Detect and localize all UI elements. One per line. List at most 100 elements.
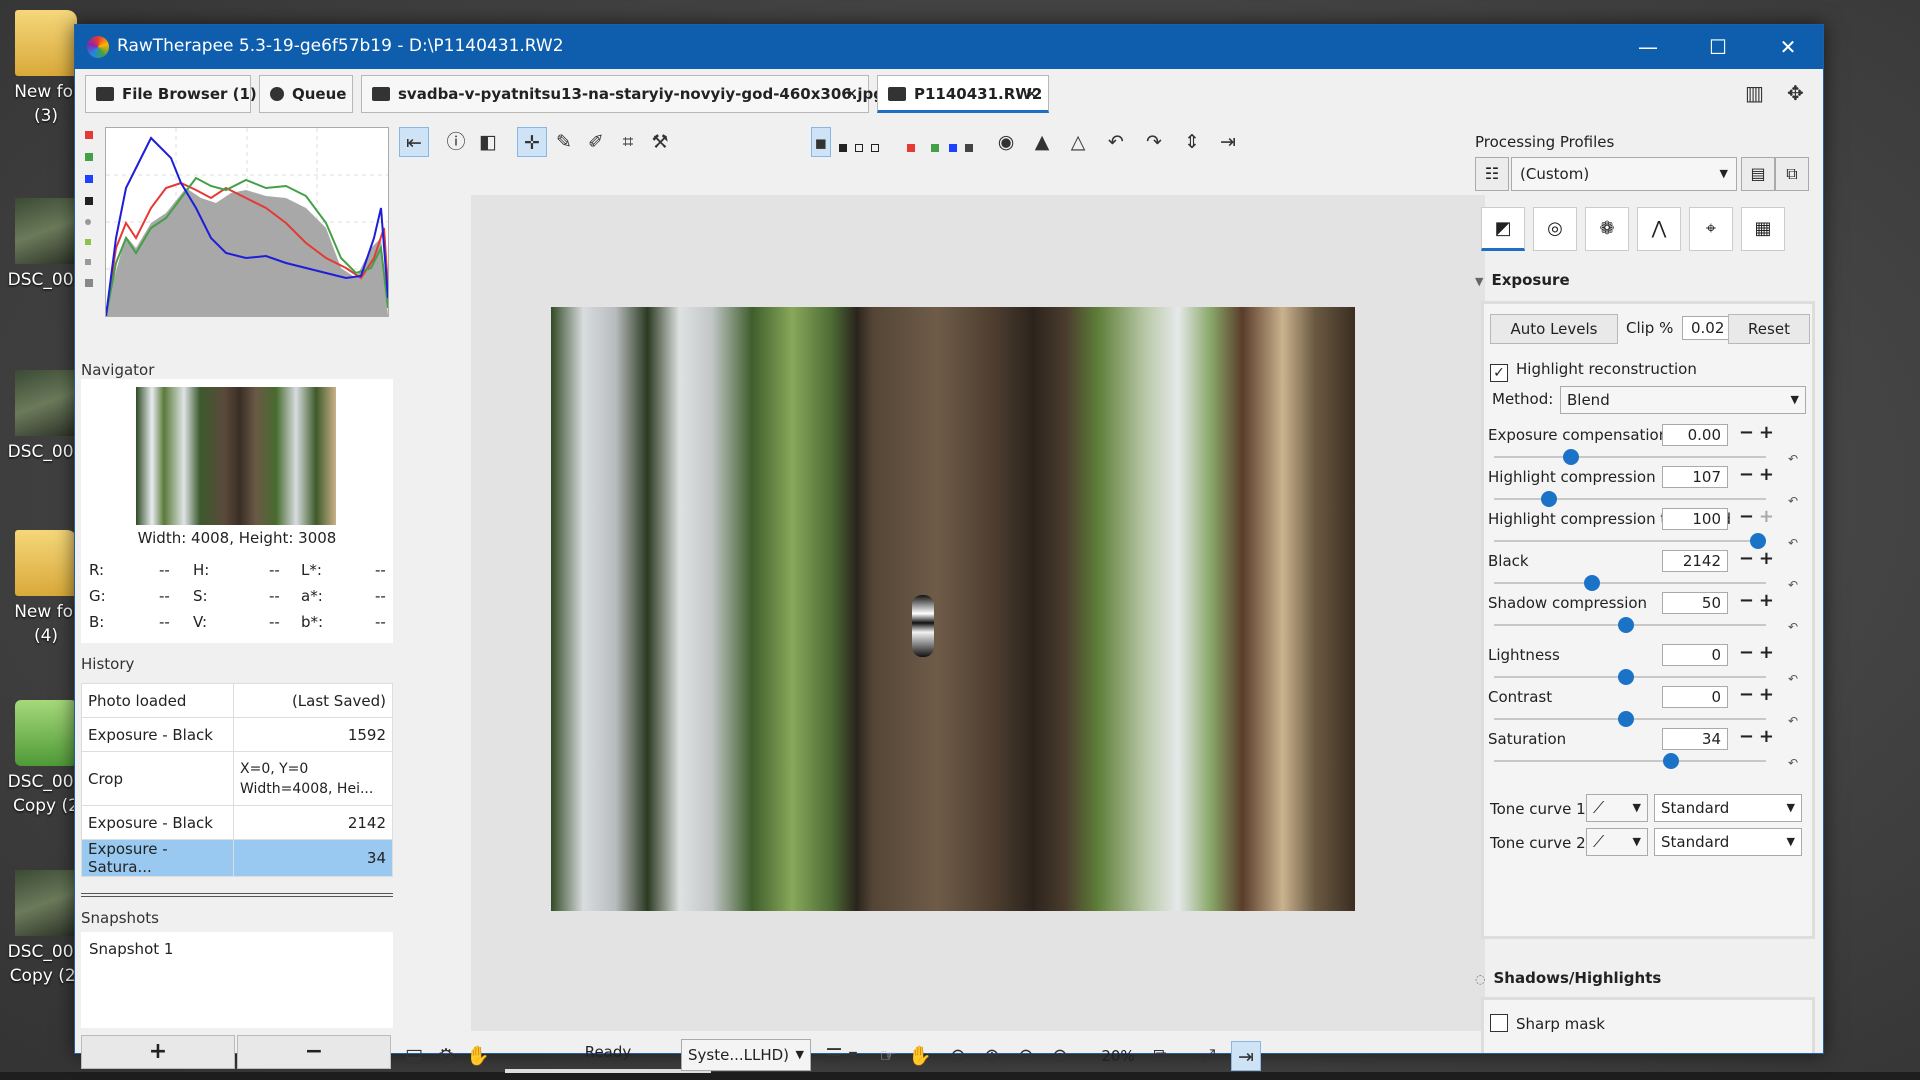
saturation-slider[interactable]: Saturation 34 − + ↶ <box>1484 726 1804 782</box>
edit-external-icon[interactable]: ✋ <box>463 1041 493 1071</box>
zoom-fit-crop-icon[interactable]: ⊚ <box>1045 1041 1075 1071</box>
blue-channel-toggle[interactable] <box>85 175 93 183</box>
reset-icon[interactable]: ↶ <box>1788 578 1798 592</box>
output-profile-select[interactable]: Syste...LLHD) ▼ <box>681 1039 811 1071</box>
zoom-out-icon[interactable]: ⊖ <box>943 1041 973 1071</box>
move-icon[interactable]: ✥ <box>1787 81 1804 105</box>
tab-editor-jpg[interactable]: svadba-v-pyatnitsu13-na-staryiy-novyiy-g… <box>361 75 884 113</box>
load-profile-icon[interactable]: ▤ <box>1741 157 1775 191</box>
flip-vertical-icon[interactable]: ⇕ <box>1177 127 1207 157</box>
tone-curve-2-editor[interactable]: ⟋ ▼ <box>1586 828 1648 856</box>
method-select[interactable]: Blend ▼ <box>1560 386 1806 414</box>
minus-icon[interactable]: − <box>1739 506 1754 527</box>
preview-red-icon[interactable] <box>907 144 915 152</box>
luminance-toggle[interactable] <box>85 197 93 205</box>
sharp-mask-row[interactable]: Sharp mask <box>1490 1014 1605 1033</box>
hide-right-panel-icon[interactable]: ⇥ <box>1231 1041 1261 1071</box>
copy-profile-icon[interactable]: ⧉ <box>1775 157 1809 191</box>
rotate-right-icon[interactable]: ↷ <box>1139 127 1169 157</box>
add-snapshot-button[interactable]: + <box>81 1035 235 1069</box>
processing-profile-select[interactable]: (Custom) ▼ <box>1511 157 1737 191</box>
before-after-icon[interactable]: ◧ <box>473 127 503 157</box>
slider-knob[interactable] <box>1583 575 1600 591</box>
minus-icon[interactable]: − <box>1739 422 1754 443</box>
navigator-thumbnail[interactable] <box>136 387 336 525</box>
slider-knob[interactable] <box>1562 449 1579 465</box>
mode-toggle[interactable] <box>85 279 93 287</box>
slider-value-input[interactable]: 50 <box>1662 592 1728 614</box>
zoom-in-icon[interactable]: ⊕ <box>977 1041 1007 1071</box>
shadows-highlights-header[interactable]: ◌ Shadows/Highlights <box>1475 969 1661 987</box>
tab-transform-icon[interactable]: ⌖ <box>1689 207 1733 251</box>
tab-detail-icon[interactable]: ◎ <box>1533 207 1577 251</box>
minus-icon[interactable]: − <box>1739 684 1754 705</box>
plus-icon[interactable]: + <box>1759 726 1774 747</box>
queue-icon[interactable]: ⚙ <box>431 1041 461 1071</box>
tab-editor-raw[interactable]: P1140431.RW2 ✕ <box>877 75 1049 113</box>
raw-toggle[interactable] <box>85 239 91 245</box>
preview-image[interactable] <box>551 307 1355 911</box>
slider-value-input[interactable]: 2142 <box>1662 550 1728 572</box>
slider-knob[interactable] <box>1750 533 1766 549</box>
history-row-selected[interactable]: Exposure - Satura... 34 <box>81 839 393 877</box>
preview-mode-icon[interactable]: ▪ <box>811 127 831 157</box>
shadow-compression-slider[interactable]: Shadow compression 50 − + ↶ <box>1484 590 1804 646</box>
close-button[interactable]: ✕ <box>1753 25 1823 69</box>
chevron-down-icon[interactable]: ▼ <box>843 1041 863 1071</box>
highlight-reconstruction-checkbox[interactable]: ✓ <box>1490 364 1508 382</box>
shadow-clip-warning-icon[interactable]: ▲ <box>1027 127 1057 157</box>
tab-raw-icon[interactable]: ▦ <box>1741 207 1785 251</box>
sharp-mask-checkbox[interactable] <box>1490 1014 1508 1032</box>
minus-icon[interactable]: − <box>1739 726 1754 747</box>
red-channel-toggle[interactable] <box>85 131 93 139</box>
bar-toggle[interactable] <box>85 259 91 265</box>
slider-knob[interactable] <box>1618 711 1634 727</box>
title-bar[interactable]: RawTherapee 5.3-19-ge6f57b19 - D:\P11404… <box>75 25 1823 69</box>
tab-advanced-icon[interactable]: ⋀ <box>1637 207 1681 251</box>
plus-icon[interactable]: + <box>1759 642 1774 663</box>
history-row[interactable]: Photo loaded (Last Saved) <box>81 683 393 718</box>
minus-icon[interactable]: − <box>1739 548 1754 569</box>
slider-knob[interactable] <box>1618 669 1634 685</box>
slider-track[interactable] <box>1494 760 1766 762</box>
image-preview-area[interactable] <box>471 195 1485 1031</box>
new-detail-window-icon[interactable]: ⧉ <box>1145 1041 1175 1071</box>
minimize-button[interactable]: — <box>1613 25 1683 69</box>
reset-icon[interactable]: ↶ <box>1788 452 1798 466</box>
tab-exposure-icon[interactable]: ◩ <box>1481 207 1525 251</box>
reset-icon[interactable]: ↶ <box>1788 536 1798 550</box>
focus-mask-icon[interactable]: ◉ <box>991 127 1021 157</box>
minus-icon[interactable]: − <box>1739 464 1754 485</box>
straighten-icon[interactable]: ⚒ <box>645 127 675 157</box>
plus-icon[interactable]: + <box>1759 422 1774 443</box>
slider-value-input[interactable]: 107 <box>1662 466 1728 488</box>
preview-luminance-icon[interactable] <box>965 144 973 152</box>
crop-icon[interactable]: ⌗ <box>613 127 643 157</box>
tone-curve-1-mode-select[interactable]: Standard ▼ <box>1654 794 1802 822</box>
close-tab-icon[interactable]: ✕ <box>845 76 858 112</box>
reset-icon[interactable]: ↶ <box>1788 672 1798 686</box>
slider-track[interactable] <box>1494 498 1766 500</box>
reset-icon[interactable]: ↶ <box>1788 714 1798 728</box>
reset-icon[interactable]: ↶ <box>1788 620 1798 634</box>
slider-knob[interactable] <box>1662 753 1679 769</box>
plus-icon[interactable]: + <box>1759 548 1774 569</box>
history-row[interactable]: Crop X=0, Y=0 Width=4008, Hei... <box>81 751 393 806</box>
tone-curve-1-editor[interactable]: ⟋ ▼ <box>1586 794 1648 822</box>
power-toggle-icon[interactable]: ◌ <box>1475 972 1485 986</box>
plus-icon[interactable]: + <box>1759 464 1774 485</box>
white-balance-picker-icon[interactable]: ✎ <box>549 127 579 157</box>
slider-value-input[interactable]: 100 <box>1662 508 1728 530</box>
highlight-reconstruction-row[interactable]: ✓ Highlight reconstruction <box>1490 360 1697 382</box>
slider-value-input[interactable]: 0 <box>1662 686 1728 708</box>
slider-value-input[interactable]: 34 <box>1662 728 1728 750</box>
fullscreen-icon[interactable]: ⤢ <box>1193 1041 1223 1071</box>
maximize-button[interactable]: ☐ <box>1683 25 1753 69</box>
preview-blue-icon[interactable] <box>949 144 957 152</box>
exposure-header[interactable]: ▼ Exposure <box>1475 271 1570 289</box>
color-picker-icon[interactable]: ✐ <box>581 127 611 157</box>
slider-track[interactable] <box>1494 582 1766 584</box>
plus-icon[interactable]: + <box>1759 684 1774 705</box>
tone-curve-2-mode-select[interactable]: Standard ▼ <box>1654 828 1802 856</box>
profile-list-icon[interactable]: ☷ <box>1475 157 1509 191</box>
